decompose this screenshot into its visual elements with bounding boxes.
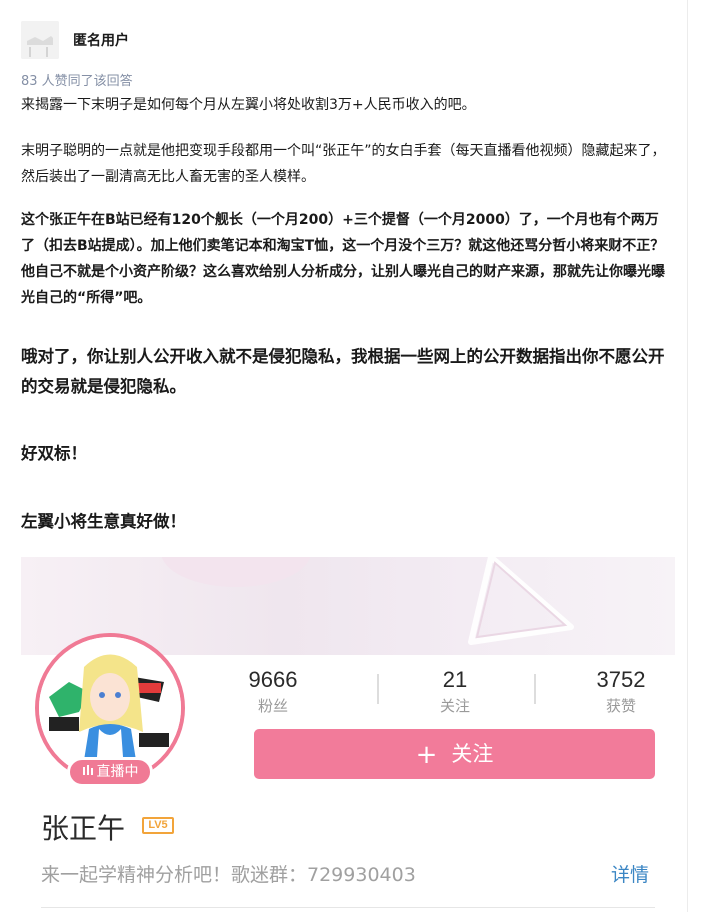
paragraph-3: 这个张正午在B站已经有120个舰长（一个月200）+三个提督（一个月2000）了… [21, 212, 665, 306]
fans-count: 9666 [248, 667, 298, 692]
following-count: 21 [442, 667, 468, 692]
anonymous-avatar[interactable] [21, 21, 59, 59]
answer-page: 匿名用户 83 人赞同了该回答 来揭露一下末明子是如何每个月从左翼小将处收割3万… [0, 0, 705, 912]
stat-following[interactable]: 21 关注 [395, 667, 515, 716]
following-label: 关注 [439, 697, 470, 715]
stat-fans[interactable]: 9666 粉丝 [213, 667, 333, 716]
likes-count: 83 人赞同了该回答 [21, 74, 133, 89]
content-border [687, 0, 688, 912]
live-bars-icon [82, 760, 94, 784]
paragraph-1: 来揭露一下末明子是如何每个月从左翼小将处收割3万+人民币收入的吧。 [21, 97, 476, 113]
level-badge: LV5 [142, 817, 174, 834]
author-name[interactable]: 匿名用户 [73, 30, 129, 50]
follow-button-label: 关注 [451, 742, 494, 766]
paragraph-4: 哦对了，你让别人公开收入就不是侵犯隐私，我根据一些网上的公开数据指出你不愿公开的… [21, 347, 665, 396]
paragraph-5: 好双标！ [21, 444, 87, 463]
live-badge-label: 直播中 [96, 764, 139, 780]
streamer-name: 张正午 [41, 812, 126, 845]
likes-received-count: 3752 [596, 667, 646, 692]
banner-decoration-icon [468, 557, 574, 645]
profile-screenshot: 直播中 9666 粉丝 21 关注 3752 获赞 + 关注 张正午 LV5 来一… [21, 557, 675, 912]
paragraph-6: 左翼小将生意真好做！ [21, 512, 186, 531]
stat-divider [377, 674, 379, 704]
fans-label: 粉丝 [257, 697, 288, 715]
detail-link[interactable]: 详情 [611, 860, 649, 887]
stat-divider [534, 674, 536, 704]
live-status-badge[interactable]: 直播中 [67, 757, 153, 787]
likes-received-label: 获赞 [605, 697, 636, 715]
profile-signature: 来一起学精神分析吧！歌迷群：729930403 [41, 864, 416, 886]
follow-button[interactable]: + 关注 [254, 729, 655, 779]
plus-icon: + [415, 740, 438, 770]
paragraph-2: 末明子聪明的一点就是他把变现手段都用一个叫“张正午”的女白手套（每天直播看他视频… [21, 143, 666, 185]
card-divider [41, 907, 655, 908]
stat-likes[interactable]: 3752 获赞 [561, 667, 675, 716]
